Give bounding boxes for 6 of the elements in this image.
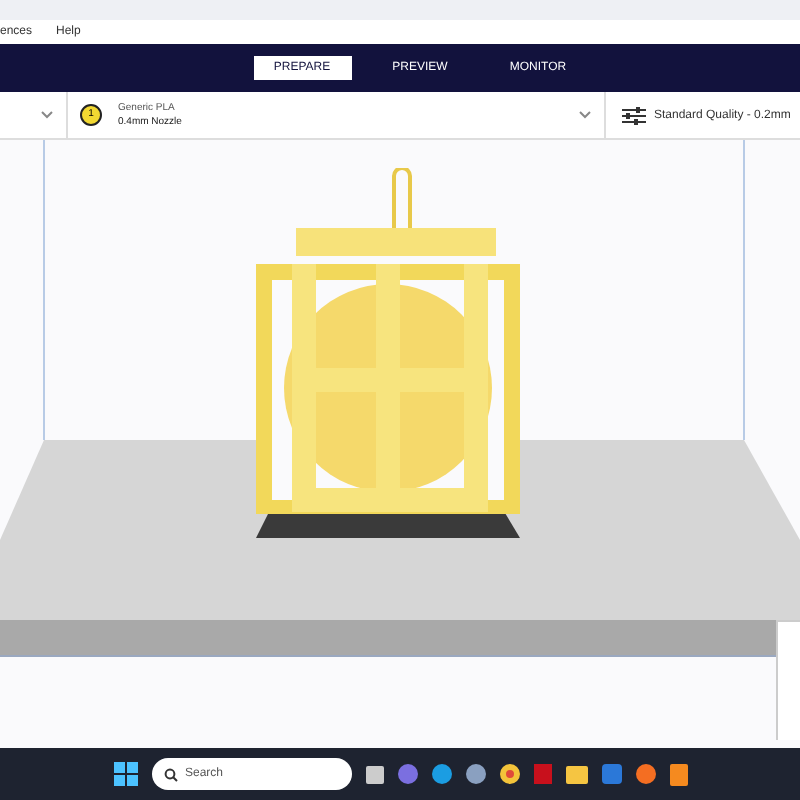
chevron-down-icon xyxy=(578,110,592,120)
sliders-icon xyxy=(622,105,646,125)
chevron-down-icon xyxy=(40,110,54,120)
search-icon xyxy=(163,767,177,781)
folder-icon[interactable] xyxy=(565,765,587,783)
windows-start-icon[interactable] xyxy=(113,762,137,786)
